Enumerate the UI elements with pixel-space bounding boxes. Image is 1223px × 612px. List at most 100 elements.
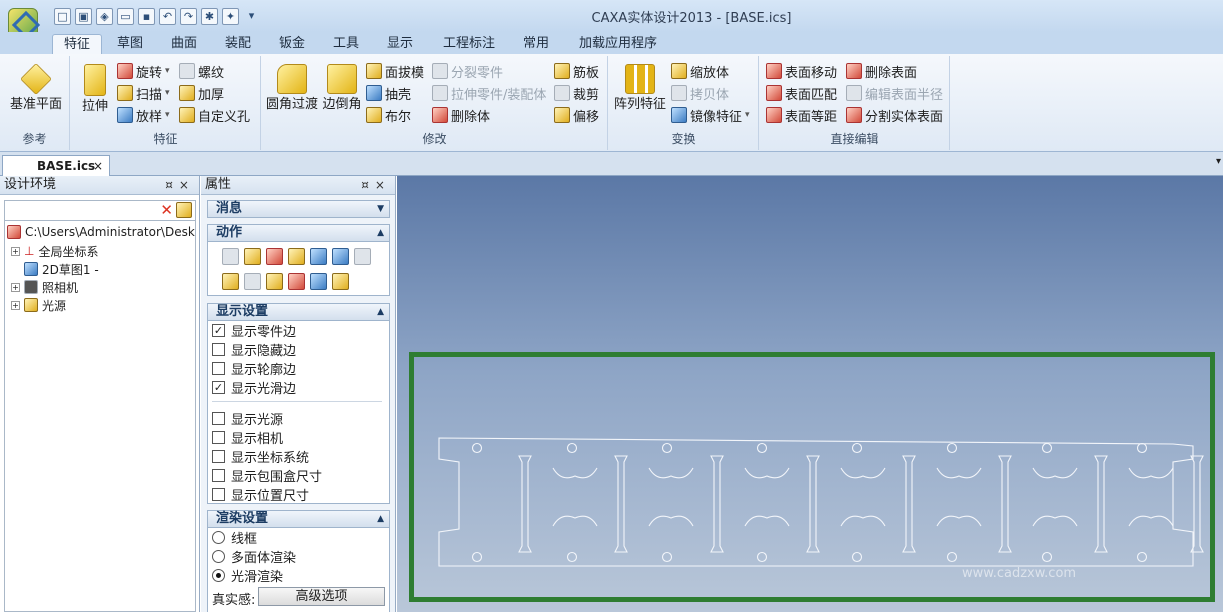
- render-option[interactable]: 线框: [212, 528, 257, 547]
- display-option[interactable]: 显示轮廓边: [212, 359, 296, 378]
- match-face-button[interactable]: 表面匹配: [766, 83, 837, 103]
- chevron-down-icon[interactable]: ▾: [1216, 156, 1221, 167]
- boolean-button[interactable]: 布尔: [366, 105, 411, 125]
- checkbox[interactable]: [212, 488, 225, 501]
- section-display[interactable]: 显示设置 ▲: [207, 303, 390, 321]
- tree-item-sketch[interactable]: 2D草图1 -: [24, 260, 99, 278]
- radio[interactable]: [212, 569, 225, 582]
- tab-display[interactable]: 显示: [378, 34, 422, 54]
- pin-close-icon[interactable]: ¤×: [361, 176, 391, 194]
- checkbox[interactable]: [212, 450, 225, 463]
- tree-root[interactable]: C:\Users\Administrator\Desk: [7, 223, 195, 241]
- loft-button[interactable]: 放样 ▾: [117, 105, 170, 125]
- radio[interactable]: [212, 531, 225, 544]
- camera-icon: [24, 280, 38, 294]
- display-option[interactable]: 显示坐标系统: [212, 447, 309, 466]
- display-option[interactable]: ✓ 显示光滑边: [212, 378, 296, 397]
- delete-icon[interactable]: ✕: [160, 201, 173, 220]
- offset-face-button[interactable]: 表面等距: [766, 105, 837, 125]
- chamfer-icon: [327, 64, 357, 94]
- offset-button[interactable]: 偏移: [554, 105, 599, 125]
- expand-icon[interactable]: +: [11, 300, 20, 310]
- pattern-button[interactable]: 阵列特征: [611, 64, 669, 112]
- extrude-button[interactable]: 拉伸: [77, 64, 113, 114]
- revolve-action-icon[interactable]: [266, 248, 283, 265]
- display-option[interactable]: 显示包围盒尺寸: [212, 466, 322, 485]
- chamfer-button[interactable]: 边倒角: [320, 64, 364, 112]
- scale-button[interactable]: 缩放体: [671, 61, 729, 81]
- section-message[interactable]: 消息 ▼: [207, 200, 390, 218]
- tab-assembly[interactable]: 装配: [216, 34, 260, 54]
- checkbox[interactable]: [212, 431, 225, 444]
- expand-icon[interactable]: +: [11, 246, 20, 256]
- delete-body-button[interactable]: 删除体: [432, 105, 490, 125]
- loft-action-icon[interactable]: [310, 248, 327, 265]
- checkbox[interactable]: [212, 362, 225, 375]
- rib-button[interactable]: 筋板: [554, 61, 599, 81]
- tab-tools[interactable]: 工具: [324, 34, 368, 54]
- assembly-action-icon[interactable]: [332, 273, 349, 290]
- 3d-viewport[interactable]: www.cadzxw.com: [397, 176, 1223, 612]
- component-action-icon[interactable]: [288, 273, 305, 290]
- chart-action-icon[interactable]: [354, 248, 371, 265]
- extrude-action-icon[interactable]: [244, 248, 261, 265]
- tab-addins[interactable]: 加载应用程序: [570, 34, 666, 54]
- pin-close-icon[interactable]: ¤×: [165, 176, 195, 194]
- draft-button[interactable]: 面拔模: [366, 61, 424, 81]
- shell-button[interactable]: 抽壳: [366, 83, 411, 103]
- tab-common[interactable]: 常用: [514, 34, 558, 54]
- tab-sketch[interactable]: 草图: [108, 34, 152, 54]
- split-face-button[interactable]: 分割实体表面: [846, 105, 943, 125]
- mirror-button[interactable]: 镜像特征 ▾: [671, 105, 750, 125]
- custom-hole-button[interactable]: 自定义孔: [179, 105, 250, 125]
- tree-item-camera[interactable]: + 照相机: [11, 278, 78, 296]
- display-option[interactable]: 显示位置尺寸: [212, 485, 309, 504]
- radio[interactable]: [212, 550, 225, 563]
- wizard-icon[interactable]: [176, 202, 192, 218]
- thicken-button[interactable]: 加厚: [179, 83, 224, 103]
- checkbox[interactable]: ✓: [212, 324, 225, 337]
- tree-item-coordinate[interactable]: + ⊥ 全局坐标系: [11, 242, 98, 260]
- checkbox[interactable]: ✓: [212, 381, 225, 394]
- display-option[interactable]: 显示光源: [212, 409, 283, 428]
- axis-action-icon[interactable]: [310, 273, 327, 290]
- revolve-button[interactable]: 旋转 ▾: [117, 61, 170, 81]
- section-action[interactable]: 动作 ▲: [207, 224, 390, 242]
- document-tab[interactable]: BASE.ics ×: [2, 155, 110, 176]
- sweep-button[interactable]: 扫描 ▾: [117, 83, 170, 103]
- extrude-part-button[interactable]: 拉伸零件/装配体: [432, 83, 546, 103]
- copy-body-button[interactable]: 拷贝体: [671, 83, 729, 103]
- tab-annotation[interactable]: 工程标注: [434, 34, 504, 54]
- trim-button[interactable]: 裁剪: [554, 83, 599, 103]
- box-action-icon[interactable]: [222, 273, 239, 290]
- render-option[interactable]: 多面体渲染: [212, 547, 296, 566]
- advanced-options-button[interactable]: 高级选项: [258, 587, 385, 606]
- design-tree[interactable]: C:\Users\Administrator\Desk + ⊥ 全局坐标系 2D…: [4, 220, 196, 612]
- close-icon[interactable]: ×: [93, 156, 103, 176]
- delete-face-button[interactable]: 删除表面: [846, 61, 917, 81]
- display-option[interactable]: 显示隐藏边: [212, 340, 296, 359]
- tab-surface[interactable]: 曲面: [162, 34, 206, 54]
- split-part-button[interactable]: 分裂零件: [432, 61, 503, 81]
- expand-icon[interactable]: +: [11, 282, 20, 292]
- edit-radius-button[interactable]: 编辑表面半径: [846, 83, 943, 103]
- thread-button[interactable]: 螺纹: [179, 61, 224, 81]
- display-option[interactable]: ✓ 显示零件边: [212, 321, 296, 340]
- tab-sheetmetal[interactable]: 钣金: [270, 34, 314, 54]
- tree-item-light[interactable]: + 光源: [11, 296, 66, 314]
- render-option[interactable]: 光滑渲染: [212, 566, 283, 585]
- checkbox[interactable]: [212, 343, 225, 356]
- link-action-icon[interactable]: [244, 273, 261, 290]
- tab-feature[interactable]: 特征: [52, 34, 102, 54]
- checkbox[interactable]: [212, 469, 225, 482]
- datum-plane-button[interactable]: 基准平面: [4, 63, 68, 112]
- checkbox[interactable]: [212, 412, 225, 425]
- sweep-action-icon[interactable]: [288, 248, 305, 265]
- edit-action-icon[interactable]: [332, 248, 349, 265]
- display-option[interactable]: 显示相机: [212, 428, 283, 447]
- table-action-icon[interactable]: [266, 273, 283, 290]
- list-icon[interactable]: [222, 248, 239, 265]
- move-face-button[interactable]: 表面移动: [766, 61, 837, 81]
- fillet-button[interactable]: 圆角过渡: [264, 64, 320, 112]
- section-render[interactable]: 渲染设置 ▲: [207, 510, 390, 528]
